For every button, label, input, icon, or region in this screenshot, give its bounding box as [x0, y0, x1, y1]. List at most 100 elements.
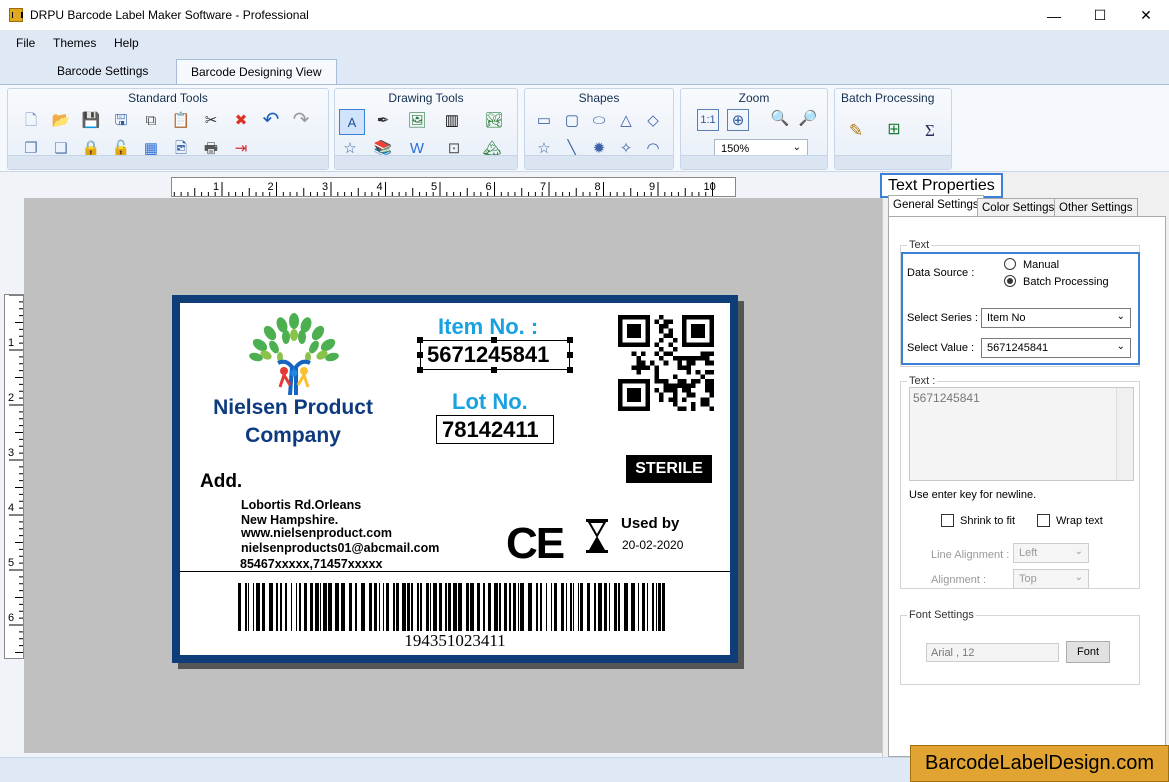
copy-icon[interactable]: ⧉ [140, 109, 162, 131]
ruler-label: 10 [704, 181, 716, 193]
qr-finder [627, 324, 641, 338]
select-value-value: 5671245841 [987, 342, 1049, 354]
address-line[interactable]: New Hampshire. [241, 513, 338, 527]
wrap-text-checkbox[interactable] [1037, 514, 1050, 527]
address-line[interactable]: 85467xxxxx,71457xxxxx [240, 557, 383, 571]
qr-module [682, 365, 687, 370]
radio-manual-label[interactable]: Manual [1023, 259, 1059, 271]
address-line[interactable]: Lobortis Rd.Orleans [241, 498, 361, 512]
actual-size-icon[interactable]: 1:1 [697, 109, 719, 131]
item-no-label[interactable]: Item No. : [438, 314, 538, 340]
triangle-icon[interactable]: △ [615, 109, 637, 131]
textarea-scrollbar[interactable] [1116, 388, 1133, 480]
barcode-bar [402, 583, 406, 631]
save-as-icon[interactable]: 🖫 [110, 109, 132, 131]
fit-to-window-icon[interactable]: ⊕ [727, 109, 749, 131]
menu-file[interactable]: File [16, 36, 35, 50]
zoom-in-icon[interactable]: 🔍 [769, 107, 791, 129]
delete-icon[interactable]: ✖ [230, 109, 252, 131]
qr-module [659, 392, 664, 398]
ruler-label: 4 [8, 502, 14, 514]
barcode-bar [310, 583, 313, 631]
maximize-button[interactable]: ☐ [1077, 0, 1123, 31]
company-logo-tree[interactable] [246, 311, 342, 395]
used-by-date[interactable]: 20-02-2020 [622, 538, 683, 552]
text-input[interactable]: 5671245841 [909, 387, 1134, 481]
radio-manual[interactable] [1004, 258, 1016, 270]
close-button[interactable]: ✕ [1123, 0, 1169, 31]
redo-icon[interactable]: ↷ [290, 109, 312, 131]
label-canvas[interactable]: Nielsen Product Company Item No. : 56712… [24, 198, 882, 753]
shrink-to-fit-checkbox[interactable] [941, 514, 954, 527]
radio-batch-processing-label[interactable]: Batch Processing [1023, 276, 1109, 288]
barcode-bar [609, 583, 610, 631]
barcode-bar [323, 583, 327, 631]
qr-module [636, 365, 641, 370]
picture-icon[interactable]: 🏞 [483, 109, 505, 131]
wrap-text-label[interactable]: Wrap text [1056, 515, 1103, 527]
tab-color-settings[interactable]: Color Settings [977, 198, 1060, 217]
alignment-dropdown[interactable]: Top ⌄ [1013, 569, 1089, 589]
resize-handle[interactable] [417, 352, 423, 358]
paste-icon[interactable]: 📋 [170, 109, 192, 131]
used-by-label[interactable]: Used by [621, 515, 679, 532]
menu-help[interactable]: Help [114, 36, 139, 50]
rectangle-icon[interactable]: ▭ [533, 109, 555, 131]
resize-handle[interactable] [567, 352, 573, 358]
formula-icon[interactable]: Σ [919, 119, 941, 141]
address-line[interactable]: nielsenproducts01@abcmail.com [241, 541, 439, 555]
resize-handle[interactable] [491, 337, 497, 343]
properties-panel: Text Properties General Settings Color S… [880, 172, 1169, 757]
resize-handle[interactable] [417, 367, 423, 373]
barcode-bar [253, 583, 254, 631]
cut-icon[interactable]: ✂ [200, 109, 222, 131]
minimize-button[interactable]: — [1031, 0, 1077, 31]
select-value-dropdown[interactable]: 5671245841 ⌄ [981, 338, 1131, 358]
address-label[interactable]: Add. [200, 471, 242, 493]
tab-general-settings[interactable]: General Settings [888, 195, 984, 217]
tab-barcode-settings[interactable]: Barcode Settings [43, 59, 162, 84]
qr-module [672, 401, 678, 407]
diamond-icon[interactable]: ◇ [642, 109, 664, 131]
resize-handle[interactable] [567, 367, 573, 373]
zoom-out-icon[interactable]: 🔎 [797, 107, 819, 129]
excel-import-icon[interactable]: ⊞ [883, 119, 905, 141]
font-display-field[interactable]: Arial , 12 [926, 643, 1059, 662]
text-tool-icon[interactable]: A [339, 109, 365, 135]
open-icon[interactable]: 📂 [50, 109, 72, 131]
rounded-rectangle-icon[interactable]: ▢ [561, 109, 583, 131]
barcode-image[interactable] [238, 583, 668, 631]
tab-other-settings[interactable]: Other Settings [1054, 198, 1138, 217]
font-button[interactable]: Font [1066, 641, 1110, 663]
radio-batch-processing[interactable] [1004, 275, 1016, 287]
label-design[interactable]: Nielsen Product Company Item No. : 56712… [180, 303, 730, 655]
tab-barcode-designing-view[interactable]: Barcode Designing View [176, 59, 337, 84]
group-footer [835, 155, 951, 169]
resize-handle[interactable] [567, 337, 573, 343]
barcode-number[interactable]: 194351023411 [180, 631, 730, 651]
line-alignment-dropdown[interactable]: Left ⌄ [1013, 543, 1089, 563]
address-line[interactable]: www.nielsenproduct.com [241, 526, 392, 540]
new-icon[interactable]: 🗋 [20, 109, 42, 131]
pen-icon[interactable]: ✒ [372, 109, 394, 131]
ce-mark[interactable]: CE [506, 519, 565, 569]
ellipse-icon[interactable]: ⬭ [588, 109, 610, 131]
item-no-value[interactable]: 5671245841 [420, 340, 570, 370]
barcode-icon[interactable]: ▥ [441, 109, 463, 131]
menu-themes[interactable]: Themes [53, 36, 96, 50]
sterile-badge[interactable]: STERILE [626, 455, 712, 483]
lot-no-label[interactable]: Lot No. [452, 389, 528, 415]
lot-no-value[interactable]: 78142411 [436, 415, 554, 444]
qr-code[interactable] [618, 315, 714, 411]
resize-handle[interactable] [417, 337, 423, 343]
group-title: Batch Processing [841, 91, 935, 105]
save-icon[interactable]: 💾 [80, 109, 102, 131]
shrink-to-fit-label[interactable]: Shrink to fit [960, 515, 1015, 527]
hourglass-icon[interactable] [586, 519, 608, 553]
undo-icon[interactable]: ↶ [260, 109, 282, 131]
select-series-dropdown[interactable]: Item No ⌄ [981, 308, 1131, 328]
company-name[interactable]: Nielsen Product Company [190, 394, 396, 450]
image-icon[interactable]: 🖼 [406, 109, 428, 131]
resize-handle[interactable] [491, 367, 497, 373]
batch-edit-icon[interactable]: ✎ [845, 119, 867, 141]
